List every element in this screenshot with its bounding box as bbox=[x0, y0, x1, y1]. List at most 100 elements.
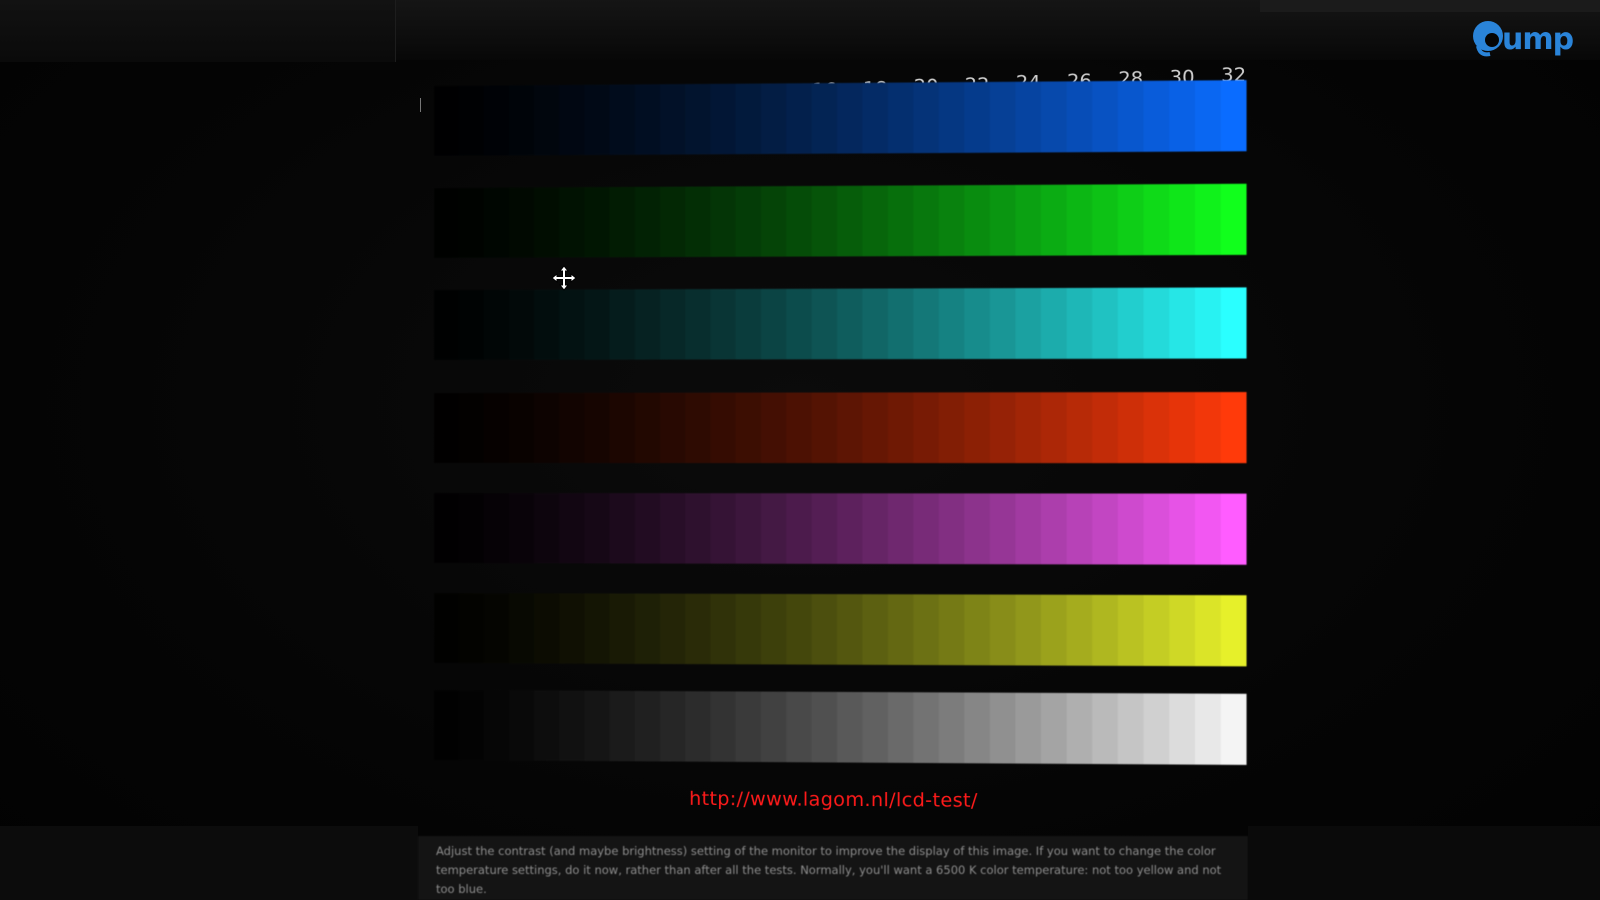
gradient-step bbox=[735, 593, 762, 665]
gradient-step bbox=[786, 83, 812, 154]
gradient-step bbox=[1195, 183, 1221, 256]
lcd-test-panel: 12468101214161820222426283032 http://www… bbox=[420, 62, 1253, 844]
gradient-step bbox=[1220, 392, 1247, 464]
gradient-step bbox=[685, 493, 711, 564]
gradient-step bbox=[938, 692, 965, 764]
gradient-step bbox=[710, 186, 736, 257]
gradient-step bbox=[1066, 392, 1093, 464]
gradient-step bbox=[1092, 693, 1118, 765]
gradient-step bbox=[913, 493, 939, 565]
test-url-link[interactable]: http://www.lagom.nl/lcd-test/ bbox=[420, 786, 1253, 814]
gradient-step bbox=[837, 493, 863, 564]
gradient-step bbox=[989, 288, 1016, 359]
gradient-step bbox=[1117, 693, 1144, 765]
gradient-step bbox=[484, 187, 510, 258]
gradient-step bbox=[484, 493, 510, 564]
gradient-step bbox=[659, 289, 686, 360]
gradient-step bbox=[837, 691, 863, 763]
gradient-step bbox=[634, 690, 660, 762]
gradient-step bbox=[609, 593, 635, 664]
gradient-step bbox=[433, 289, 460, 360]
gradient-step bbox=[964, 392, 990, 464]
gradient-step bbox=[1041, 287, 1067, 359]
gradient-step bbox=[484, 690, 510, 761]
gradient-step bbox=[786, 593, 812, 665]
gradient-step bbox=[685, 392, 711, 464]
gradient-step bbox=[887, 392, 914, 464]
gradient-step bbox=[1092, 594, 1118, 666]
gradient-step bbox=[761, 691, 787, 763]
gradient-step bbox=[685, 83, 711, 155]
test-description: Adjust the contrast (and maybe brightnes… bbox=[418, 836, 1248, 900]
gradient-step bbox=[1143, 693, 1170, 765]
gradient-step bbox=[1220, 693, 1247, 765]
gradient-step bbox=[433, 690, 460, 761]
gradient-step bbox=[735, 493, 762, 564]
gradient-step bbox=[735, 83, 762, 155]
gradient-step bbox=[559, 392, 585, 464]
gradient-step bbox=[1066, 81, 1093, 153]
gradient-step bbox=[887, 493, 914, 565]
gradient-step bbox=[484, 392, 510, 464]
gradient-band-cyan bbox=[433, 287, 1247, 360]
gradient-step bbox=[811, 83, 838, 154]
gradient-step bbox=[964, 692, 990, 764]
screen: ump 12468101214161820222426283032 http:/… bbox=[0, 0, 1600, 900]
gradient-step bbox=[1066, 287, 1093, 359]
gradient-step bbox=[509, 187, 535, 258]
gradient-step bbox=[459, 690, 485, 761]
gradient-band-blue bbox=[433, 80, 1247, 156]
gradient-step bbox=[761, 593, 787, 665]
gradient-step bbox=[1066, 594, 1093, 666]
gradient-step bbox=[459, 289, 485, 360]
gradient-step bbox=[1092, 493, 1118, 565]
gradient-step bbox=[609, 392, 635, 464]
gradient-band-magenta bbox=[433, 493, 1247, 565]
gradient-step bbox=[1066, 493, 1093, 565]
gradient-step bbox=[534, 593, 560, 664]
gradient-step bbox=[559, 493, 585, 564]
gradient-step bbox=[1015, 81, 1042, 153]
gradient-step bbox=[761, 288, 787, 360]
gradient-step bbox=[1015, 493, 1042, 565]
gradient-step bbox=[989, 392, 1016, 464]
gradient-step bbox=[837, 82, 863, 154]
gradient-step bbox=[534, 392, 560, 464]
gradient-band-gray bbox=[433, 690, 1247, 765]
gradient-step bbox=[685, 289, 711, 360]
gradient-step bbox=[609, 84, 635, 155]
gradient-step bbox=[484, 593, 510, 664]
gradient-step bbox=[862, 392, 888, 464]
gradient-step bbox=[786, 288, 812, 360]
footer-right-panel bbox=[1248, 826, 1600, 900]
gradient-step bbox=[1143, 184, 1170, 256]
gradient-step bbox=[786, 691, 812, 763]
gradient-step bbox=[459, 85, 485, 156]
gradient-step bbox=[786, 185, 812, 257]
gradient-step bbox=[609, 690, 635, 762]
gradient-step bbox=[1169, 493, 1196, 565]
gradient-step bbox=[634, 84, 660, 155]
gradient-step bbox=[1041, 493, 1067, 565]
gradient-step bbox=[1143, 80, 1170, 152]
gradient-step bbox=[659, 84, 686, 155]
gradient-step bbox=[1220, 183, 1247, 255]
gradient-step bbox=[459, 593, 485, 664]
gradient-step bbox=[786, 392, 812, 464]
gradient-step bbox=[584, 187, 610, 258]
gradient-step bbox=[559, 187, 585, 258]
gradient-step bbox=[609, 186, 635, 258]
top-right-panel bbox=[1260, 0, 1600, 12]
gradient-step bbox=[887, 692, 914, 763]
gradient-band-yellow bbox=[433, 593, 1247, 667]
gradient-step bbox=[1220, 493, 1247, 565]
gradient-step bbox=[761, 392, 787, 464]
gradient-step bbox=[659, 593, 686, 665]
gradient-step bbox=[811, 493, 838, 564]
brand-logo: ump bbox=[1470, 12, 1586, 64]
gradient-step bbox=[964, 288, 990, 360]
gradient-step bbox=[609, 289, 635, 360]
gradient-step bbox=[710, 289, 736, 360]
gradient-step bbox=[1169, 693, 1196, 765]
gradient-band-green bbox=[433, 183, 1247, 258]
